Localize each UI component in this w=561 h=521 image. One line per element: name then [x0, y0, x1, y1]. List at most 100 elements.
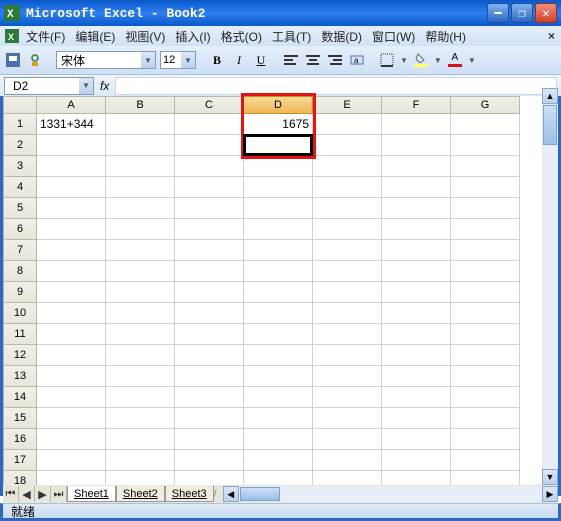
cell[interactable]	[451, 408, 520, 429]
cell[interactable]	[313, 240, 382, 261]
row-header[interactable]: 16	[3, 429, 37, 450]
cell[interactable]	[37, 303, 106, 324]
cell[interactable]	[451, 345, 520, 366]
cell[interactable]	[37, 282, 106, 303]
cell[interactable]	[106, 282, 175, 303]
cell[interactable]	[244, 429, 313, 450]
cell[interactable]	[451, 429, 520, 450]
scroll-down-button[interactable]: ▼	[542, 469, 558, 485]
chevron-down-icon[interactable]: ▼	[468, 56, 476, 65]
minimize-button[interactable]: ━	[487, 3, 509, 23]
next-sheet-button[interactable]: ▶	[35, 486, 51, 502]
menu-insert[interactable]: 插入(I)	[175, 28, 210, 45]
row-header[interactable]: 7	[3, 240, 37, 261]
column-header[interactable]: G	[451, 96, 520, 114]
row-header[interactable]: 10	[3, 303, 37, 324]
cell[interactable]	[175, 366, 244, 387]
row-header[interactable]: 5	[3, 198, 37, 219]
cell[interactable]	[451, 366, 520, 387]
horizontal-scrollbar[interactable]: ◀ ▶	[223, 486, 558, 502]
cell[interactable]	[382, 135, 451, 156]
row-header[interactable]: 17	[3, 450, 37, 471]
cell[interactable]	[175, 450, 244, 471]
cell[interactable]	[37, 408, 106, 429]
cell[interactable]	[313, 198, 382, 219]
row-header[interactable]: 15	[3, 408, 37, 429]
cell[interactable]	[106, 408, 175, 429]
align-center-button[interactable]	[304, 51, 322, 69]
close-button[interactable]: ✕	[535, 3, 557, 23]
scroll-thumb[interactable]	[240, 487, 280, 501]
scroll-left-button[interactable]: ◀	[223, 486, 239, 502]
menu-format[interactable]: 格式(O)	[221, 28, 262, 45]
cell[interactable]	[244, 219, 313, 240]
cell[interactable]	[175, 177, 244, 198]
cell[interactable]	[451, 177, 520, 198]
row-header[interactable]: 1	[3, 114, 37, 135]
cell[interactable]	[175, 198, 244, 219]
cell[interactable]	[313, 345, 382, 366]
menu-edit[interactable]: 编辑(E)	[75, 28, 115, 45]
cell[interactable]	[382, 450, 451, 471]
column-header[interactable]: A	[37, 96, 106, 114]
cell[interactable]	[37, 219, 106, 240]
sheet-tab[interactable]: Sheet1	[67, 486, 116, 502]
sheet-tab[interactable]: Sheet2	[116, 486, 165, 502]
cell[interactable]	[106, 198, 175, 219]
font-color-button[interactable]: A	[446, 51, 464, 69]
cell[interactable]	[313, 177, 382, 198]
cell[interactable]	[451, 387, 520, 408]
cell[interactable]	[382, 387, 451, 408]
cell[interactable]	[37, 177, 106, 198]
cell[interactable]	[382, 303, 451, 324]
cell[interactable]	[451, 198, 520, 219]
cell[interactable]	[37, 324, 106, 345]
cell[interactable]	[106, 366, 175, 387]
cell[interactable]	[451, 261, 520, 282]
menu-tools[interactable]: 工具(T)	[272, 28, 311, 45]
scroll-right-button[interactable]: ▶	[542, 486, 558, 502]
cell[interactable]	[37, 240, 106, 261]
cell[interactable]	[244, 135, 313, 156]
cell[interactable]	[451, 282, 520, 303]
cell[interactable]	[244, 324, 313, 345]
cell[interactable]	[175, 303, 244, 324]
chevron-down-icon[interactable]: ▼	[400, 56, 408, 65]
cell[interactable]	[106, 219, 175, 240]
cell[interactable]	[313, 135, 382, 156]
cell[interactable]	[313, 219, 382, 240]
cell[interactable]	[313, 366, 382, 387]
save-button[interactable]	[4, 51, 22, 69]
cell[interactable]	[37, 261, 106, 282]
cell[interactable]: 1331+344	[37, 114, 106, 135]
cell[interactable]	[382, 408, 451, 429]
cell[interactable]	[451, 114, 520, 135]
cell[interactable]	[382, 261, 451, 282]
row-header[interactable]: 3	[3, 156, 37, 177]
cell[interactable]	[175, 261, 244, 282]
cell[interactable]	[451, 135, 520, 156]
cell[interactable]	[175, 408, 244, 429]
cell[interactable]	[175, 429, 244, 450]
menu-help[interactable]: 帮助(H)	[425, 28, 466, 45]
cell[interactable]	[106, 303, 175, 324]
cell[interactable]	[106, 387, 175, 408]
cell[interactable]	[106, 240, 175, 261]
align-left-button[interactable]	[282, 51, 300, 69]
document-close-button[interactable]: ×	[548, 29, 555, 43]
select-all-corner[interactable]	[3, 96, 37, 114]
cell[interactable]	[37, 345, 106, 366]
cell[interactable]	[313, 387, 382, 408]
menu-window[interactable]: 窗口(W)	[372, 28, 415, 45]
cell[interactable]	[244, 408, 313, 429]
italic-button[interactable]: I	[230, 51, 248, 69]
cell[interactable]	[382, 366, 451, 387]
row-header[interactable]: 2	[3, 135, 37, 156]
row-header[interactable]: 11	[3, 324, 37, 345]
cell[interactable]	[382, 345, 451, 366]
cell[interactable]	[244, 198, 313, 219]
cell[interactable]	[175, 345, 244, 366]
column-header[interactable]: E	[313, 96, 382, 114]
cell[interactable]	[106, 324, 175, 345]
row-header[interactable]: 14	[3, 387, 37, 408]
